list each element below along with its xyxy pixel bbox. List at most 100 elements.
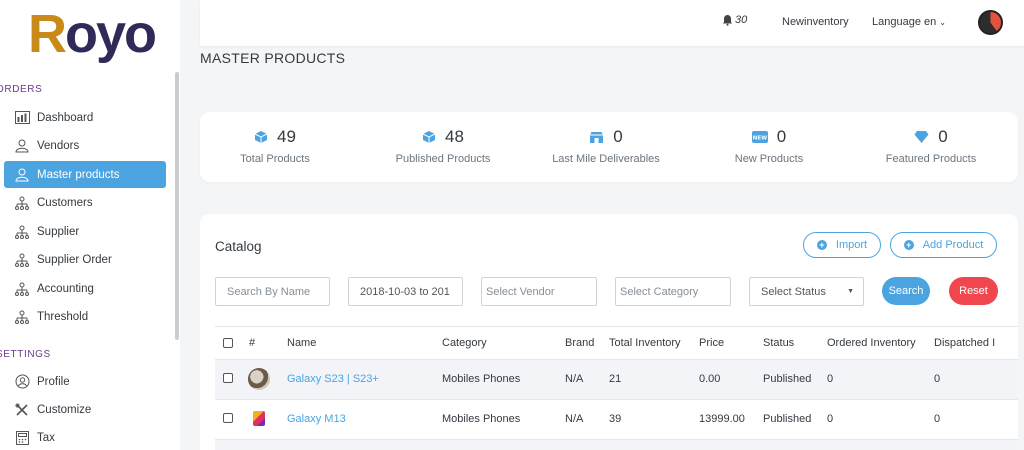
vendor-select[interactable]: Select Vendor: [481, 277, 597, 306]
column-header[interactable]: Price: [699, 337, 724, 349]
product-name-link[interactable]: Galaxy M13: [287, 413, 346, 425]
search-input[interactable]: Search By Name: [215, 277, 330, 306]
status-select[interactable]: Select Status ▼: [749, 277, 864, 306]
catalog-card: Catalog + Import + Add Product Search By N…: [200, 214, 1018, 450]
stat-value: 0: [776, 127, 787, 146]
row-checkbox[interactable]: [223, 373, 233, 386]
cube-icon: [254, 130, 268, 144]
dashboard-icon: [14, 110, 30, 126]
reset-button[interactable]: Reset: [949, 277, 998, 305]
store-icon: [589, 131, 604, 144]
sidebar-item-label: Master products: [37, 168, 120, 181]
cube-icon: [422, 130, 436, 144]
date-range-input[interactable]: 2018-10-03 to 201: [348, 277, 463, 306]
stat-new-products: NEW 0 New Products: [694, 126, 844, 165]
bell-icon: [723, 15, 732, 26]
master-products-icon: [14, 167, 30, 183]
sidebar-item-tax[interactable]: Tax: [4, 424, 166, 450]
select-all-checkbox[interactable]: [223, 338, 233, 351]
column-header[interactable]: Total Inventory: [609, 337, 681, 349]
search-placeholder: Search By Name: [227, 285, 311, 298]
sidebar-item-master-products[interactable]: Master products: [4, 161, 166, 188]
column-header[interactable]: Ordered Inventory: [827, 337, 916, 349]
supplier-icon: [14, 224, 30, 240]
sidebar-item-accounting[interactable]: Accounting: [4, 275, 166, 302]
product-total-inventory: 21: [609, 373, 622, 385]
sidebar-item-supplier-order[interactable]: Supplier Order: [4, 246, 166, 273]
sidebar-item-vendors[interactable]: Vendors: [4, 132, 166, 159]
category-select[interactable]: Select Category: [615, 277, 731, 306]
stat-label: Published Products: [395, 153, 491, 165]
product-brand: N/A: [565, 373, 584, 385]
catalog-title: Catalog: [215, 239, 262, 254]
sidebar-item-label: Customers: [37, 196, 93, 209]
product-dispatched-inventory: 0: [934, 413, 941, 425]
product-dispatched-inventory: 0: [934, 373, 941, 385]
product-thumbnail: [253, 411, 265, 429]
supplier-order-icon: [14, 252, 30, 268]
column-header[interactable]: Brand: [565, 337, 594, 349]
sidebar: Royo ORDERS Dashboard Vendors Master pro…: [0, 0, 180, 450]
add-product-label: Add Product: [922, 239, 984, 251]
store-name-link[interactable]: Newinventory: [782, 16, 849, 28]
sidebar-item-dashboard[interactable]: Dashboard: [4, 104, 166, 131]
sidebar-item-threshold[interactable]: Threshold: [4, 303, 166, 330]
column-header[interactable]: Dispatched I: [934, 337, 995, 349]
row-checkbox[interactable]: [223, 413, 233, 426]
table-row[interactable]: Galaxy S23 | S23+ Mobiles Phones N/A 21 …: [215, 359, 1018, 399]
vendors-icon: [14, 138, 30, 154]
stat-value: 48: [445, 127, 464, 146]
royo-logo[interactable]: Royo: [28, 4, 157, 64]
stat-value: 0: [938, 127, 948, 146]
product-status: Published: [763, 373, 812, 385]
caret-down-icon: ▼: [847, 288, 854, 295]
sidebar-item-label: Tax: [37, 431, 55, 444]
product-category: Mobiles Phones: [442, 413, 521, 425]
product-name-link[interactable]: Galaxy S23 | S23+: [287, 373, 379, 385]
language-dropdown[interactable]: Language en ⌄: [872, 16, 946, 28]
table-header: # Name Category Brand Total Inventory Pr…: [215, 326, 1018, 359]
table-row[interactable]: [215, 439, 1018, 450]
column-header[interactable]: Name: [287, 337, 316, 349]
sidebar-item-label: Profile: [37, 375, 70, 388]
accounting-icon: [14, 281, 30, 297]
stat-featured-products: 0 Featured Products: [856, 126, 1006, 165]
search-button[interactable]: Search: [882, 277, 930, 305]
sidebar-scrollbar[interactable]: [175, 72, 179, 340]
avatar[interactable]: [978, 10, 1003, 35]
sidebar-item-label: Accounting: [37, 282, 94, 295]
profile-icon: [14, 374, 30, 390]
sidebar-section-orders: ORDERS: [0, 84, 43, 95]
column-header[interactable]: Status: [763, 337, 794, 349]
product-thumbnail: [248, 368, 270, 393]
plus-icon: +: [903, 240, 914, 250]
import-button[interactable]: + Import: [803, 232, 881, 258]
table-row[interactable]: Galaxy M13 Mobiles Phones N/A 39 13999.0…: [215, 399, 1018, 439]
stat-total-products: 49 Total Products: [200, 126, 350, 165]
sidebar-item-customize[interactable]: Customize: [4, 396, 166, 423]
customize-icon: [14, 402, 30, 418]
product-price: 0.00: [699, 373, 721, 385]
sidebar-item-customers[interactable]: Customers: [4, 189, 166, 216]
product-status: Published: [763, 413, 812, 425]
plus-icon: +: [816, 240, 827, 250]
product-brand: N/A: [565, 413, 584, 425]
svg-text:NEW: NEW: [753, 136, 767, 142]
column-header[interactable]: Category: [442, 337, 487, 349]
sidebar-item-label: Threshold: [37, 310, 89, 323]
new-badge-icon: NEW: [751, 131, 768, 143]
sidebar-item-label: Dashboard: [37, 111, 94, 124]
stat-label: New Products: [734, 153, 804, 165]
language-label: Language en: [872, 16, 937, 28]
topbar: 30 Newinventory Language en ⌄: [200, 0, 1024, 46]
sidebar-item-supplier[interactable]: Supplier: [4, 218, 166, 245]
sidebar-item-profile[interactable]: Profile: [4, 368, 166, 395]
date-range-value: 2018-10-03 to 201: [360, 285, 450, 298]
stat-label: Total Products: [240, 153, 310, 165]
product-total-inventory: 39: [609, 413, 622, 425]
notifications-button[interactable]: 30: [722, 14, 747, 26]
add-product-button[interactable]: + Add Product: [890, 232, 997, 258]
tax-icon: [14, 430, 30, 446]
sidebar-item-label: Customize: [37, 403, 92, 416]
stat-label: Last Mile Deliverables: [552, 153, 660, 165]
